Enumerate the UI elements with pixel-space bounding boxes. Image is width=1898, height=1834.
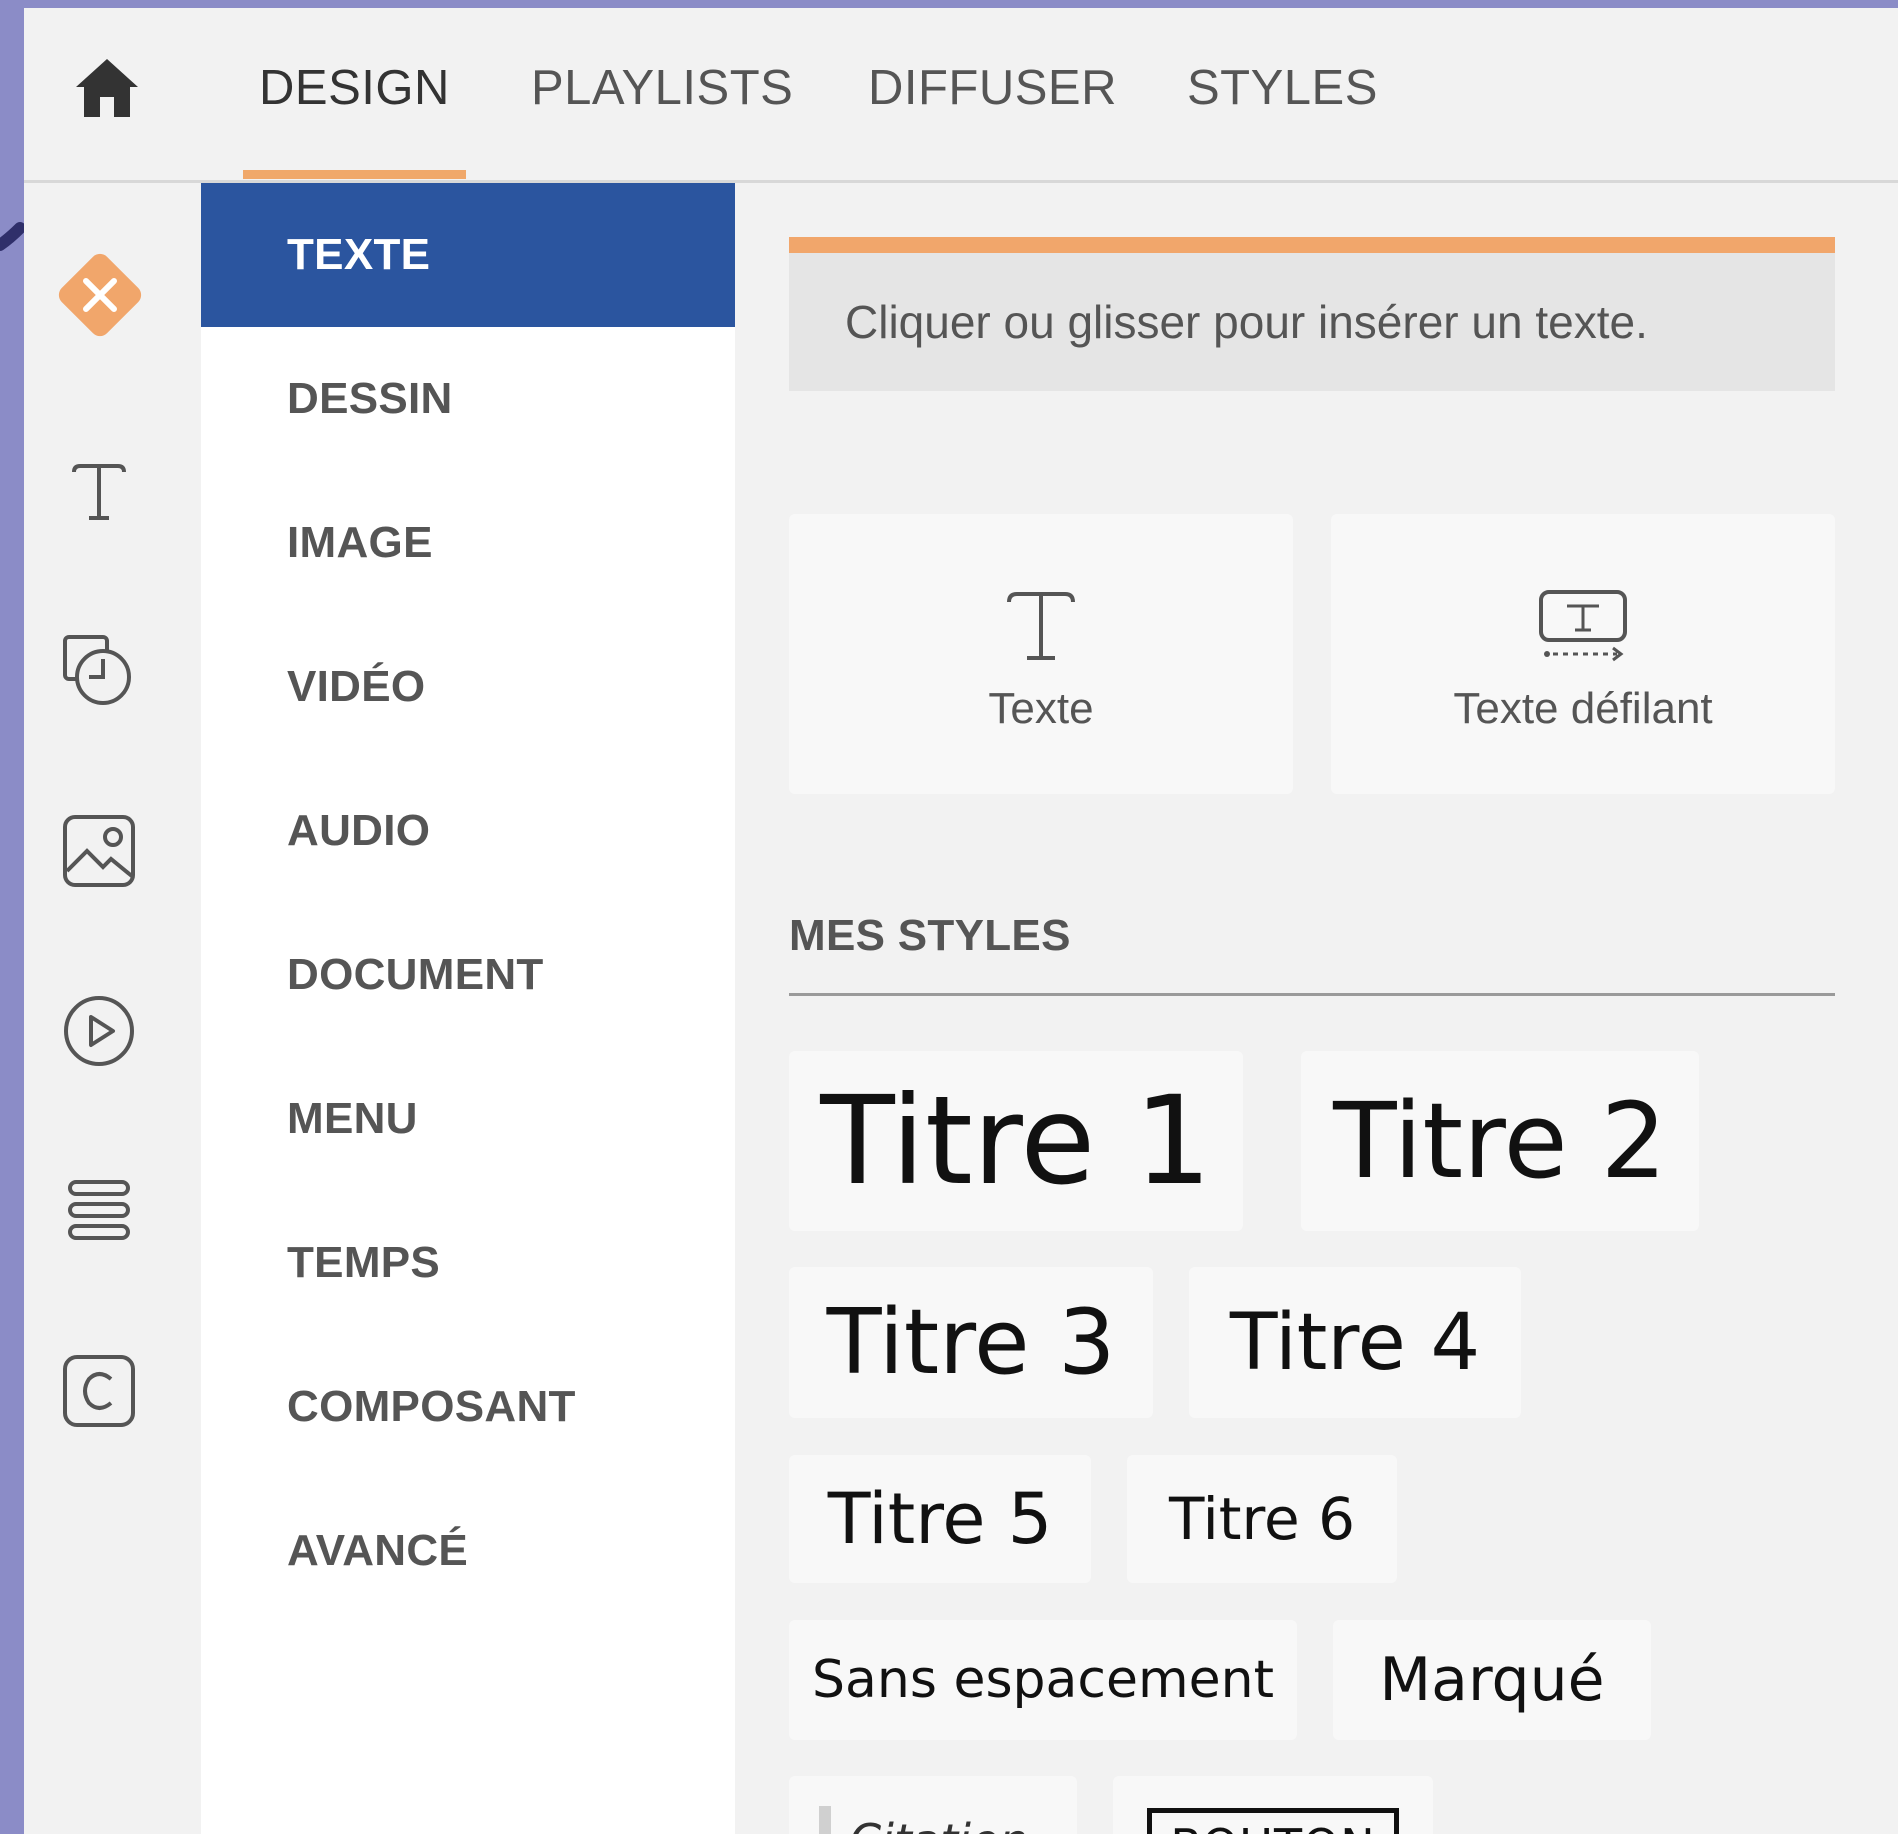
tab-playlists[interactable]: PLAYLISTS xyxy=(531,58,793,118)
category-temps[interactable]: TEMPS xyxy=(201,1191,735,1335)
tab-design[interactable]: DESIGN xyxy=(243,58,466,179)
category-document[interactable]: DOCUMENT xyxy=(201,903,735,1047)
scrolling-text-icon xyxy=(1539,590,1627,662)
style-chip-sans-espacement[interactable]: Sans espacement xyxy=(789,1620,1297,1740)
insert-text-hint[interactable]: Cliquer ou glisser pour insérer un texte… xyxy=(789,237,1835,391)
shapes-icon[interactable] xyxy=(59,631,139,711)
category-image[interactable]: IMAGE xyxy=(201,471,735,615)
style-chip-titre-1[interactable]: Titre 1 xyxy=(789,1051,1243,1231)
style-chip-label: Titre 1 xyxy=(820,1070,1212,1212)
style-chip-titre-2[interactable]: Titre 2 xyxy=(1301,1051,1699,1231)
home-icon[interactable] xyxy=(72,53,142,123)
content-panel: Cliquer ou glisser pour insérer un texte… xyxy=(735,183,1898,1834)
style-chip-label: BOUTON xyxy=(1147,1808,1399,1834)
close-icon[interactable] xyxy=(52,247,148,343)
menu-icon[interactable] xyxy=(59,1171,139,1251)
category-video[interactable]: VIDÉO xyxy=(201,615,735,759)
style-chip-citation[interactable]: Citation xyxy=(789,1776,1077,1834)
category-texte[interactable]: TEXTE xyxy=(201,183,735,327)
style-chip-titre-6[interactable]: Titre 6 xyxy=(1127,1455,1397,1583)
text-tool-card[interactable]: Texte xyxy=(789,514,1293,794)
style-chip-marque[interactable]: Marqué xyxy=(1333,1620,1651,1740)
style-chip-label: Titre 6 xyxy=(1168,1485,1356,1553)
category-audio[interactable]: AUDIO xyxy=(201,759,735,903)
play-icon[interactable] xyxy=(59,991,139,1071)
app-window: DESIGN PLAYLISTS DIFFUSER STYLES TEXTE D… xyxy=(24,8,1898,1834)
style-chip-titre-5[interactable]: Titre 5 xyxy=(789,1455,1091,1583)
section-title-mes-styles: MES STYLES xyxy=(789,911,1071,960)
category-panel: TEXTE DESSIN IMAGE VIDÉO AUDIO DOCUMENT … xyxy=(201,183,735,1834)
quote-bar xyxy=(819,1806,831,1834)
text-icon[interactable] xyxy=(59,451,139,531)
category-dessin[interactable]: DESSIN xyxy=(201,327,735,471)
text-icon xyxy=(1007,592,1075,660)
text-tool-label: Texte xyxy=(988,684,1094,733)
style-chip-label: Titre 5 xyxy=(827,1478,1053,1560)
style-chip-label: Titre 4 xyxy=(1229,1297,1481,1388)
tab-styles[interactable]: STYLES xyxy=(1187,58,1378,118)
image-icon[interactable] xyxy=(59,811,139,891)
style-chip-bouton[interactable]: BOUTON xyxy=(1113,1776,1433,1834)
style-chip-label: Marqué xyxy=(1379,1645,1605,1715)
category-menu[interactable]: MENU xyxy=(201,1047,735,1191)
icon-rail xyxy=(24,183,201,1834)
section-divider xyxy=(789,993,1835,996)
category-avance[interactable]: AVANCÉ xyxy=(201,1479,735,1623)
tab-diffuser[interactable]: DIFFUSER xyxy=(868,58,1117,118)
category-composant[interactable]: COMPOSANT xyxy=(201,1335,735,1479)
component-icon[interactable] xyxy=(59,1351,139,1431)
style-chip-label: Titre 3 xyxy=(826,1290,1116,1395)
style-chip-label: Titre 2 xyxy=(1333,1080,1667,1202)
style-chip-label: Citation xyxy=(849,1814,1028,1834)
top-navigation: DESIGN PLAYLISTS DIFFUSER STYLES xyxy=(24,8,1898,183)
style-chip-titre-3[interactable]: Titre 3 xyxy=(789,1267,1153,1418)
style-chip-label: Sans espacement xyxy=(812,1650,1274,1710)
scrolling-text-tool-card[interactable]: Texte défilant xyxy=(1331,514,1835,794)
style-chip-titre-4[interactable]: Titre 4 xyxy=(1189,1267,1521,1418)
scrolling-text-tool-label: Texte défilant xyxy=(1453,684,1713,733)
